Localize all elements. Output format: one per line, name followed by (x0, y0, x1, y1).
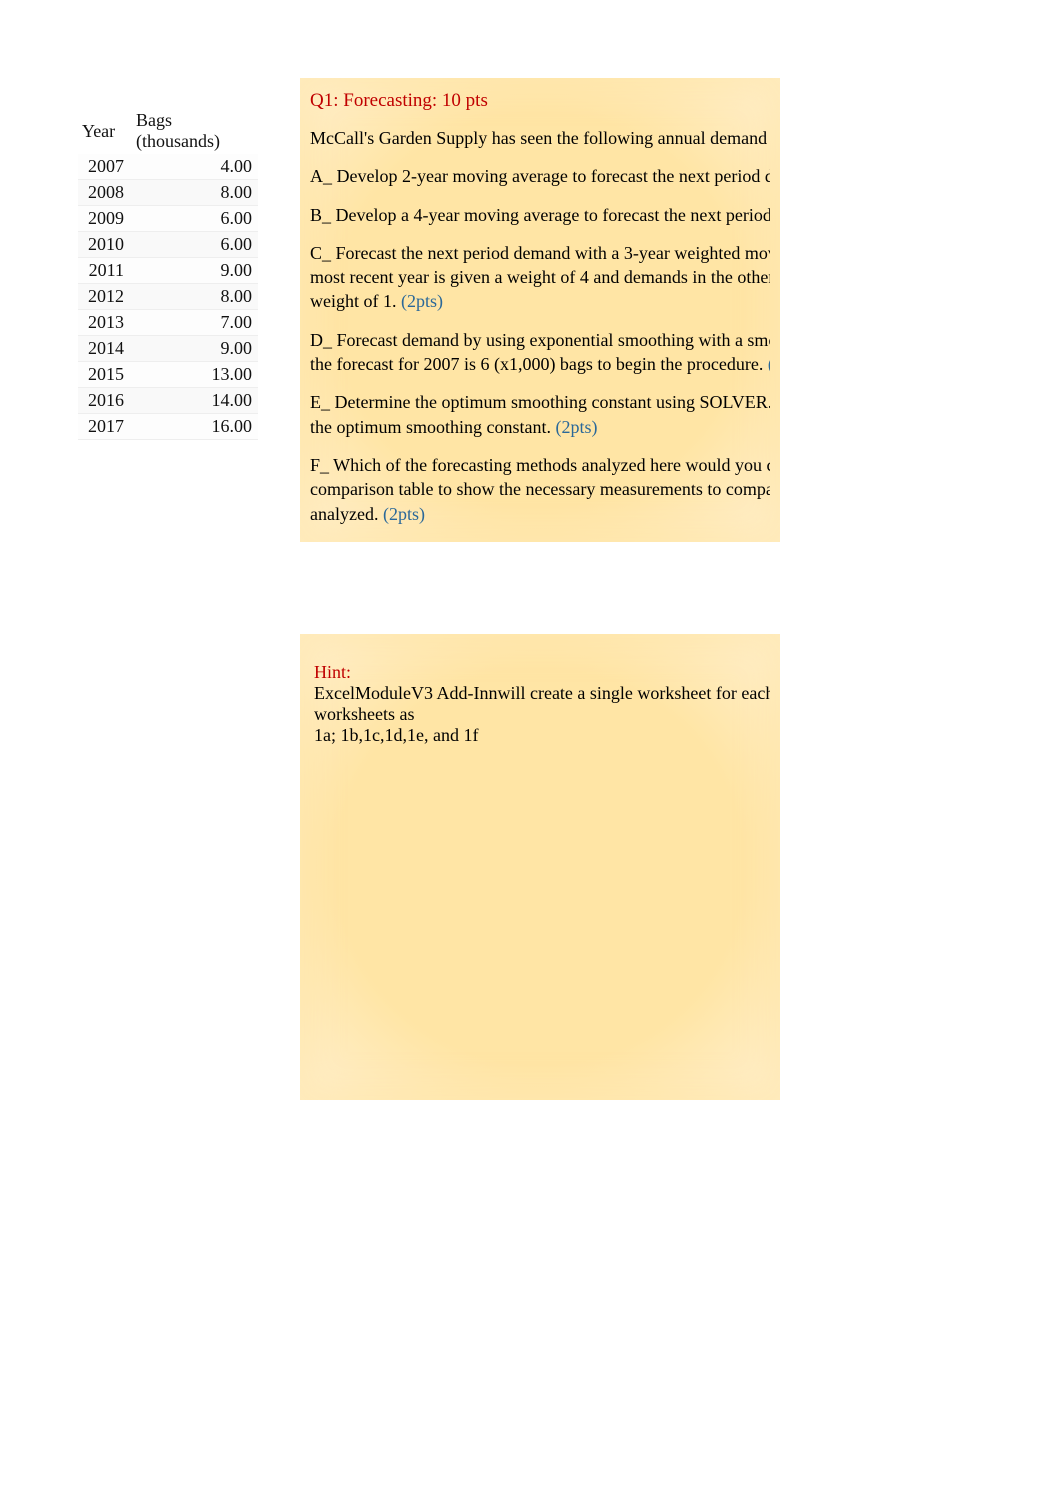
cell-bags: 7.00 (132, 310, 258, 336)
hint-line1: ExcelModuleV3 Add-Innwill create a singl… (314, 683, 770, 704)
question-e-line1: E_ Determine the optimum smoothing const… (310, 390, 770, 414)
table-row: 20137.00 (78, 310, 258, 336)
question-f-line3-text: analyzed. (310, 504, 383, 524)
question-e-line2-text: the optimum smoothing constant. (310, 417, 556, 437)
question-c-pts: (2pts) (401, 291, 443, 311)
cell-bags: 8.00 (132, 180, 258, 206)
header-bags: Bags (thousands) (132, 108, 258, 154)
cell-year: 2008 (78, 180, 132, 206)
hint-line2: worksheets as (314, 704, 770, 725)
table-row: 20096.00 (78, 206, 258, 232)
hint-box: Hint: ExcelModuleV3 Add-Innwill create a… (300, 634, 780, 1100)
cell-bags: 6.00 (132, 206, 258, 232)
data-table: Year Bags (thousands) 20074.00 20088.00 … (78, 108, 258, 440)
cell-year: 2011 (78, 258, 132, 284)
cell-year: 2015 (78, 362, 132, 388)
cell-bags: 16.00 (132, 414, 258, 440)
hint-line3: 1a; 1b,1c,1d,1e, and 1f (314, 725, 770, 746)
question-c-line3-text: weight of 1. (310, 291, 401, 311)
question-f-line2: comparison table to show the necessary m… (310, 477, 770, 501)
table-row: 20128.00 (78, 284, 258, 310)
cell-year: 2012 (78, 284, 132, 310)
question-c-line3: weight of 1. (2pts) (310, 289, 770, 313)
cell-bags: 9.00 (132, 258, 258, 284)
cell-year: 2013 (78, 310, 132, 336)
cell-year: 2007 (78, 154, 132, 180)
cell-year: 2009 (78, 206, 132, 232)
table-row: 201614.00 (78, 388, 258, 414)
question-d-line2-text: the forecast for 2007 is 6 (x1,000) bags… (310, 354, 768, 374)
question-intro: McCall's Garden Supply has seen the foll… (310, 126, 770, 150)
cell-year: 2010 (78, 232, 132, 258)
question-f-pts: (2pts) (383, 504, 425, 524)
question-d-pts: (2pts (768, 354, 770, 374)
question-c-line1: C_ Forecast the next period demand with … (310, 241, 770, 265)
cell-year: 2014 (78, 336, 132, 362)
question-a: A_ Develop 2-year moving average to fore… (310, 164, 770, 188)
cell-bags: 13.00 (132, 362, 258, 388)
table-row: 20088.00 (78, 180, 258, 206)
question-b: B_ Develop a 4-year moving average to fo… (310, 203, 770, 227)
table-header-row: Year Bags (thousands) (78, 108, 258, 154)
table-row: 20149.00 (78, 336, 258, 362)
hint-title: Hint: (314, 662, 770, 683)
cell-bags: 14.00 (132, 388, 258, 414)
question-f-line3: analyzed. (2pts) (310, 502, 770, 526)
cell-year: 2017 (78, 414, 132, 440)
cell-year: 2016 (78, 388, 132, 414)
question-e-pts: (2pts) (556, 417, 598, 437)
cell-bags: 8.00 (132, 284, 258, 310)
table-row: 20074.00 (78, 154, 258, 180)
table-row: 201513.00 (78, 362, 258, 388)
cell-bags: 4.00 (132, 154, 258, 180)
table-row: 20106.00 (78, 232, 258, 258)
question-box: Q1: Forecasting: 10 pts McCall's Garden … (300, 78, 780, 542)
table-row: 20119.00 (78, 258, 258, 284)
header-year: Year (78, 108, 132, 154)
question-d-line1: D_ Forecast demand by using exponential … (310, 328, 770, 352)
data-table-container: Year Bags (thousands) 20074.00 20088.00 … (78, 108, 258, 440)
table-row: 201716.00 (78, 414, 258, 440)
question-c-line2: most recent year is given a weight of 4 … (310, 265, 770, 289)
question-d-line2: the forecast for 2007 is 6 (x1,000) bags… (310, 352, 770, 376)
question-title: Q1: Forecasting: 10 pts (310, 90, 770, 112)
question-e-line2: the optimum smoothing constant. (2pts) (310, 415, 770, 439)
cell-bags: 6.00 (132, 232, 258, 258)
question-f-line1: F_ Which of the forecasting methods anal… (310, 453, 770, 477)
cell-bags: 9.00 (132, 336, 258, 362)
